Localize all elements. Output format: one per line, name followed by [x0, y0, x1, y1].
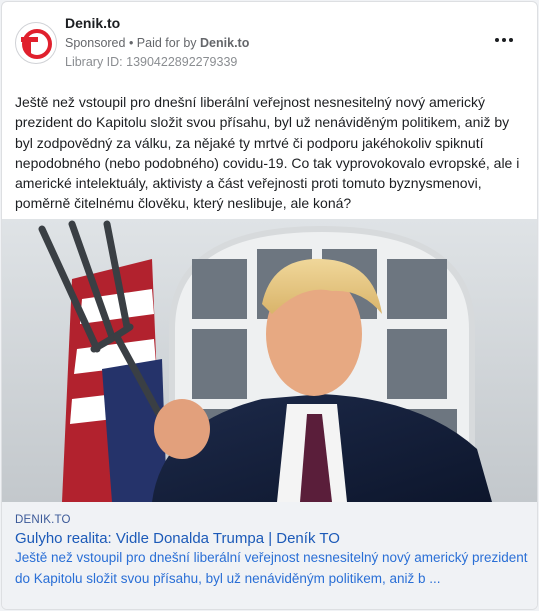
- more-horizontal-icon: [495, 38, 499, 42]
- sponsored-line: Sponsored • Paid for by Denik.to: [65, 36, 249, 50]
- link-headline[interactable]: Gulyho realita: Vidle Donalda Trumpa | D…: [15, 530, 340, 547]
- denik-to-logo: [21, 29, 52, 59]
- ad-card: Denik.to Sponsored • Paid for by Denik.t…: [1, 1, 538, 610]
- paid-for-by-name[interactable]: Denik.to: [200, 36, 249, 50]
- ad-image[interactable]: [2, 219, 537, 502]
- library-id: Library ID: 1390422892279339: [65, 55, 238, 69]
- link-domain: DENIK.TO: [15, 514, 71, 526]
- ad-header: Denik.to Sponsored • Paid for by Denik.t…: [2, 2, 537, 80]
- paid-for-prefix: • Paid for by: [125, 36, 201, 50]
- ad-photo: [2, 219, 537, 502]
- more-dot: [502, 38, 506, 42]
- more-dot: [509, 38, 513, 42]
- sponsored-label: Sponsored: [65, 36, 126, 50]
- more-options-button[interactable]: [495, 32, 515, 48]
- ad-body-text: Ještě než vstoupil pro dnešní liberální …: [15, 94, 520, 212]
- page-name[interactable]: Denik.to: [65, 15, 120, 31]
- link-description: Ještě než vstoupil pro dnešní liberální …: [15, 550, 528, 586]
- page-avatar[interactable]: [15, 22, 57, 64]
- link-preview[interactable]: DENIK.TO Gulyho realita: Vidle Donalda T…: [2, 502, 537, 609]
